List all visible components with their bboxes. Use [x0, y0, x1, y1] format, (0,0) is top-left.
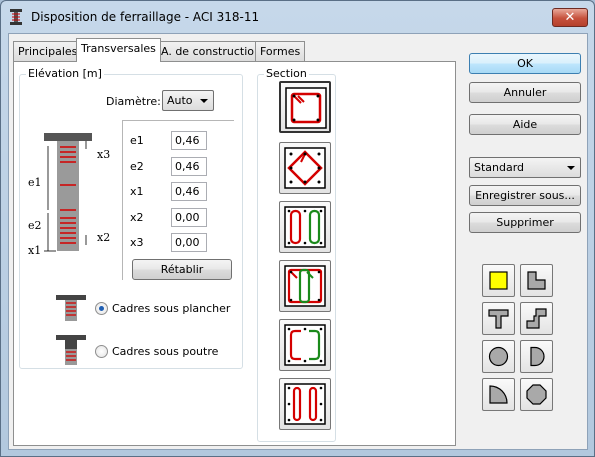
- shape-rectangle-button[interactable]: [482, 264, 515, 297]
- tab-formes[interactable]: Formes: [255, 41, 306, 61]
- shape-z-button[interactable]: [520, 302, 553, 335]
- section-pattern-4-button[interactable]: [279, 260, 331, 312]
- diamond-tie-icon: [284, 147, 326, 189]
- e1-input[interactable]: 0,46: [171, 131, 207, 150]
- quarter-circle-shape-icon: [489, 385, 508, 404]
- elevation-diagram: e1 e2 x1 x2 x3: [28, 133, 110, 257]
- circle-shape-icon: [488, 346, 509, 367]
- cadres-sous-plancher-radio[interactable]: [95, 302, 108, 315]
- field-label-e2: e2: [130, 160, 144, 173]
- shape-octagon-button[interactable]: [520, 378, 553, 411]
- fields-separator: [122, 120, 123, 280]
- window-title: Disposition de ferraillage - ACI 318-11: [31, 10, 260, 24]
- t-shape-icon: [488, 309, 509, 329]
- double-vertical-ties-icon: [284, 206, 326, 248]
- field-label-e1: e1: [130, 134, 144, 147]
- tab-a-de-construction[interactable]: A. de construction: [156, 41, 266, 61]
- chevron-down-icon: [567, 166, 575, 170]
- field-label-x3: x3: [130, 236, 144, 249]
- diagram-label-e1: e1: [28, 176, 42, 189]
- diagram-label-x3: x3: [97, 148, 110, 161]
- x2-input[interactable]: 0,00: [171, 208, 207, 227]
- chevron-down-icon: [200, 99, 208, 103]
- tab-label: Transversales: [81, 42, 156, 55]
- ties-under-beam-icon: [56, 335, 86, 365]
- e2-input[interactable]: 0,46: [171, 157, 207, 176]
- shape-circle-button[interactable]: [482, 340, 515, 373]
- field-label-x2: x2: [130, 211, 144, 224]
- c-shaped-ties-icon: [284, 324, 326, 366]
- rectangular-tie-with-hook-icon: [285, 87, 327, 129]
- shape-l-button[interactable]: [520, 264, 553, 297]
- field-label-x1: x1: [130, 185, 144, 198]
- cadres-sous-poutre-label[interactable]: Cadres sous poutre: [112, 345, 218, 358]
- shape-half-circle-button[interactable]: [520, 340, 553, 373]
- tab-principales[interactable]: Principales: [13, 41, 83, 61]
- diagram-label-x2: x2: [97, 231, 110, 244]
- dialog-client-area: Principales Transversales A. de construc…: [8, 33, 588, 450]
- title-bar[interactable]: Disposition de ferraillage - ACI 318-11 …: [1, 1, 594, 33]
- rebar-app-icon: [10, 9, 22, 25]
- octagon-shape-icon: [526, 384, 547, 405]
- z-shape-icon: [526, 308, 547, 329]
- shape-t-button[interactable]: [482, 302, 515, 335]
- shape-quarter-circle-button[interactable]: [482, 378, 515, 411]
- diagram-label-x1: x1: [28, 244, 41, 257]
- delete-button[interactable]: Supprimer: [469, 212, 581, 233]
- retablir-button[interactable]: Rétablir: [132, 259, 232, 280]
- save-as-button[interactable]: Enregistrer sous...: [469, 185, 581, 206]
- l-shape-icon: [527, 271, 546, 290]
- half-circle-shape-icon: [530, 346, 545, 367]
- cadres-sous-poutre-radio[interactable]: [95, 345, 108, 358]
- tab-panel-transversales: Elévation [m] Diamètre: Auto e1 e2 x1 x2…: [13, 61, 456, 446]
- ties-under-slab-icon: [56, 295, 86, 321]
- section-pattern-5-button[interactable]: [279, 319, 331, 371]
- section-pattern-3-button[interactable]: [279, 201, 331, 253]
- tab-label: A. de construction: [161, 45, 261, 58]
- mixed-ties-with-hooks-icon: [284, 265, 326, 307]
- x1-input[interactable]: 0,46: [171, 182, 207, 201]
- rectangle-shape-icon: [489, 271, 508, 290]
- elevation-group-label: Elévation [m]: [26, 67, 104, 80]
- close-button[interactable]: ✕: [552, 8, 588, 27]
- section-group-label: Section: [264, 67, 309, 80]
- section-pattern-1-button[interactable]: [279, 81, 331, 133]
- cadres-sous-plancher-label[interactable]: Cadres sous plancher: [112, 302, 230, 315]
- tab-transversales[interactable]: Transversales: [76, 38, 161, 62]
- help-button[interactable]: Aide: [469, 114, 581, 135]
- section-pattern-2-button[interactable]: [279, 142, 331, 194]
- tab-label: Principales: [18, 45, 78, 58]
- close-icon: ✕: [564, 10, 576, 25]
- dialog-window: Disposition de ferraillage - ACI 318-11 …: [0, 0, 595, 457]
- diametre-value: Auto: [167, 94, 193, 107]
- diametre-label: Diamètre:: [106, 95, 161, 108]
- cancel-button[interactable]: Annuler: [469, 82, 581, 103]
- preset-value: Standard: [474, 161, 525, 174]
- ok-button[interactable]: OK: [469, 53, 581, 74]
- elevation-group: Elévation [m] Diamètre: Auto e1 e2 x1 x2…: [19, 67, 243, 369]
- tab-label: Formes: [260, 45, 301, 58]
- fields-separator-top: [122, 120, 234, 121]
- x3-input[interactable]: 0,00: [171, 233, 207, 252]
- narrow-vertical-ties-icon: [284, 383, 326, 425]
- preset-select[interactable]: Standard: [469, 157, 581, 178]
- diametre-select[interactable]: Auto: [162, 90, 214, 111]
- diagram-label-e2: e2: [28, 219, 42, 232]
- section-pattern-6-button[interactable]: [279, 378, 331, 430]
